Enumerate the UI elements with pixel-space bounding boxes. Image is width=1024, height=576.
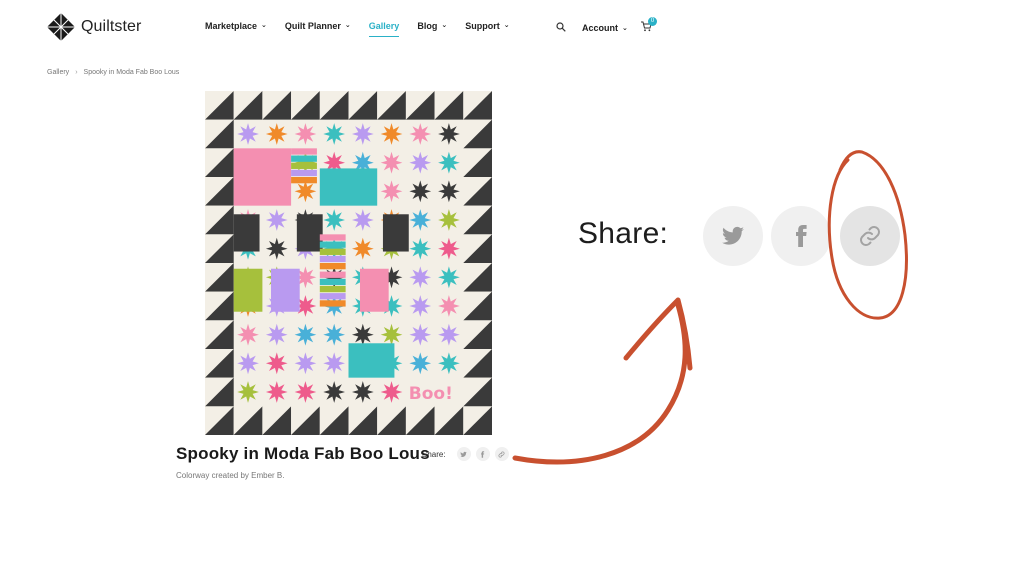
nav-marketplace[interactable]: Marketplace ⌄ (205, 21, 267, 31)
share-label: Share: (422, 449, 446, 459)
annotation-arrowhead (623, 297, 693, 371)
cat-block (233, 214, 260, 252)
nav-quilt-planner[interactable]: Quilt Planner ⌄ (285, 21, 351, 31)
nav-label: Blog (417, 21, 438, 31)
chevron-down-icon: ⌄ (344, 22, 351, 29)
facebook-icon (796, 225, 807, 247)
chevron-stripe (319, 234, 346, 241)
chevron-down-icon: ⌄ (503, 22, 510, 29)
chevron-stripe (319, 263, 346, 270)
cat-block (296, 214, 323, 252)
project-title: Spooky in Moda Fab Boo Lous (176, 444, 430, 463)
ghost-block (359, 268, 389, 312)
chevron-stripe (319, 285, 346, 293)
chevron-stripe (319, 255, 346, 263)
ghost-block (233, 268, 263, 312)
twitter-icon (722, 226, 744, 245)
chevron-stripe (319, 293, 346, 300)
share-link-button[interactable] (494, 447, 509, 461)
cart-count-badge: 0 (648, 17, 657, 26)
facebook-icon (481, 450, 485, 458)
pumpkin-block (319, 168, 378, 206)
logo-text: Quiltster (81, 18, 142, 35)
zoomed-twitter-button[interactable] (703, 206, 763, 266)
chevron-stripe (291, 169, 317, 177)
twitter-icon (460, 451, 467, 457)
account-label: Account (582, 23, 618, 33)
chevron-right-icon: › (75, 69, 78, 76)
project-subtitle: Colorway created by Ember B. (176, 471, 285, 480)
chevron-stripe (319, 278, 346, 286)
share-twitter-button[interactable] (456, 447, 471, 461)
nav-support[interactable]: Support ⌄ (465, 21, 509, 31)
chevron-stripe (291, 162, 317, 169)
chevron-stripe (291, 155, 317, 162)
zoomed-facebook-button[interactable] (771, 206, 831, 266)
chevron-down-icon: ⌄ (441, 22, 448, 29)
nav-label: Support (465, 21, 500, 31)
ghost-block (271, 268, 300, 312)
breadcrumb: Gallery › Spooky in Moda Fab Boo Lous (47, 69, 179, 76)
nav-blog[interactable]: Blog ⌄ (417, 21, 447, 31)
chevron-stripe (291, 148, 317, 155)
boo-text: Boo! (409, 384, 453, 404)
nav-label: Marketplace (205, 21, 258, 31)
zoomed-share-label: Share: (578, 217, 669, 250)
cat-block (382, 214, 409, 252)
chevron-stripe (319, 271, 346, 278)
share-bar: Share: (422, 447, 514, 461)
nav-gallery[interactable]: Gallery (368, 21, 400, 37)
nav-label: Gallery (368, 21, 400, 31)
zoomed-link-button[interactable] (840, 206, 900, 266)
chevron-stripe (319, 241, 346, 248)
main-nav: Marketplace ⌄ Quilt Planner ⌄ Gallery Blog… (205, 21, 528, 37)
pumpkin-block (348, 343, 395, 378)
pumpkin-block (233, 148, 292, 206)
chevron-stripe (319, 248, 346, 255)
chevron-down-icon: ⌄ (261, 22, 267, 29)
link-icon (498, 451, 505, 457)
link-icon (860, 226, 880, 246)
quilt-image: Boo! (205, 91, 492, 435)
annotation-arrow (512, 302, 688, 465)
search-icon[interactable] (556, 22, 566, 32)
chevron-down-icon: ⌄ (622, 25, 628, 32)
account-menu[interactable]: Account ⌄ (582, 23, 628, 33)
chevron-stripe (319, 300, 346, 307)
breadcrumb-gallery-link[interactable]: Gallery (47, 69, 69, 76)
breadcrumb-current: Spooky in Moda Fab Boo Lous (83, 69, 180, 76)
nav-label: Quilt Planner (284, 21, 341, 31)
site-logo[interactable]: Quiltster (47, 13, 141, 41)
chevron-stripe (291, 177, 317, 184)
annotation-overlay (512, 150, 908, 465)
quiltster-logo-icon (47, 13, 75, 41)
share-facebook-button[interactable] (475, 447, 490, 461)
